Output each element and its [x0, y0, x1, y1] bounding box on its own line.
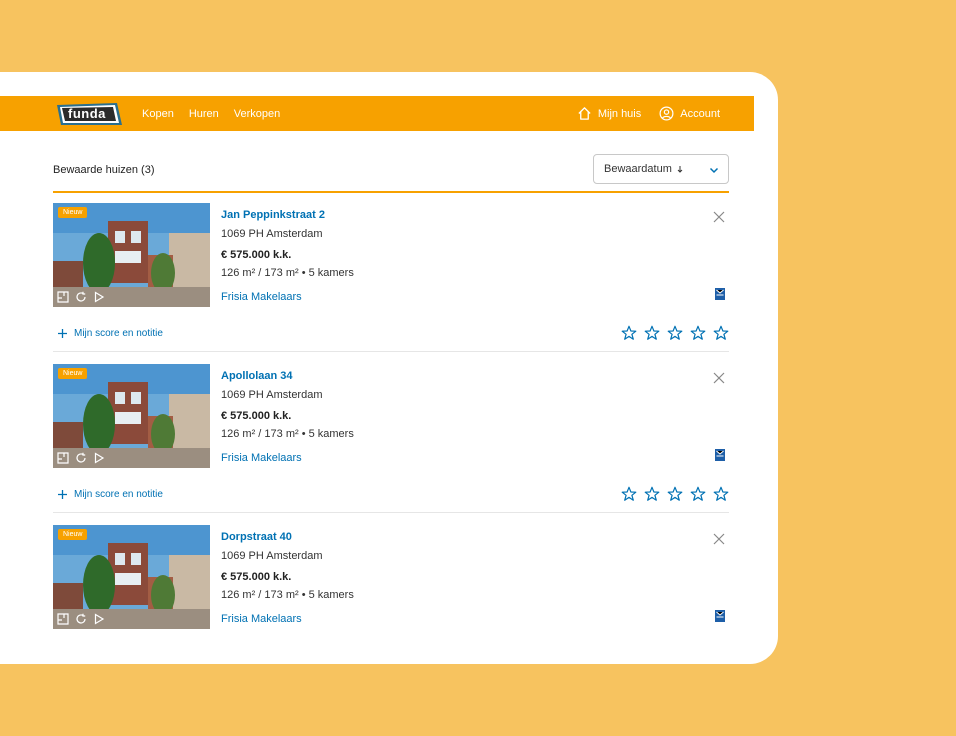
star-icon[interactable] [690, 325, 706, 341]
close-icon[interactable] [713, 372, 725, 384]
my-house-link[interactable]: Mijn huis [577, 106, 641, 121]
listing-info: Apollolaan 34 1069 PH Amsterdam € 575.00… [221, 370, 354, 464]
360-view-icon[interactable] [75, 291, 87, 303]
star-icon[interactable] [667, 325, 683, 341]
listing-info: Dorpstraat 40 1069 PH Amsterdam € 575.00… [221, 531, 354, 625]
listing-price: € 575.000 k.k. [221, 249, 292, 261]
main-card: funda Kopen Huren Verkopen Mijn huis Acc… [0, 72, 778, 664]
listing-agent[interactable]: Frisia Makelaars [221, 613, 354, 625]
listing-card[interactable]: Nieuw Dorpstraat 40 1069 PH Amsterdam € … [53, 525, 729, 635]
star-icon[interactable] [644, 486, 660, 502]
new-badge: Nieuw [58, 368, 88, 379]
listing-specs: 126 m² / 173 m² • 5 kamers [221, 589, 354, 601]
star-icon[interactable] [621, 486, 637, 502]
listing-photo[interactable]: Nieuw [53, 203, 210, 307]
nav-right: Mijn huis Account [577, 96, 720, 131]
house-icon [578, 107, 591, 120]
chevron-down-icon [709, 167, 719, 174]
star-rating [621, 486, 729, 502]
photo-icons [57, 291, 105, 303]
nav-links: Kopen Huren Verkopen [142, 96, 280, 131]
top-navigation: funda Kopen Huren Verkopen Mijn huis Acc… [0, 96, 754, 131]
star-icon[interactable] [713, 325, 729, 341]
listing-card[interactable]: Nieuw Apollolaan 34 1069 PH Amsterdam € … [53, 364, 729, 524]
listing-card[interactable]: Nieuw Jan Peppinkstraat 2 1069 PH Amster… [53, 203, 729, 363]
star-icon[interactable] [667, 486, 683, 502]
sort-arrow-icon [677, 166, 683, 173]
nvm-logo-icon [715, 610, 725, 622]
listing-city: 1069 PH Amsterdam [221, 389, 323, 401]
page-title: Bewaarde huizen (3) [53, 164, 155, 176]
star-icon[interactable] [713, 486, 729, 502]
floorplan-icon[interactable] [57, 291, 69, 303]
360-view-icon[interactable] [75, 613, 87, 625]
360-view-icon[interactable] [75, 452, 87, 464]
new-badge: Nieuw [58, 207, 88, 218]
listing-address[interactable]: Jan Peppinkstraat 2 [221, 209, 354, 221]
nav-link-kopen[interactable]: Kopen [142, 108, 174, 120]
header-divider [53, 191, 729, 193]
listing-info: Jan Peppinkstraat 2 1069 PH Amsterdam € … [221, 209, 354, 303]
listing-photo[interactable]: Nieuw [53, 525, 210, 629]
close-icon[interactable] [713, 533, 725, 545]
score-row: Mijn score en notitie [53, 486, 729, 506]
user-icon [659, 106, 674, 121]
score-note-label: Mijn score en notitie [74, 328, 163, 339]
floorplan-icon[interactable] [57, 613, 69, 625]
listing-price: € 575.000 k.k. [221, 410, 292, 422]
plus-icon [58, 490, 67, 499]
star-icon[interactable] [644, 325, 660, 341]
saved-houses-section: Bewaarde huizen (3) Bewaardatum Nieuw Ja… [53, 154, 729, 629]
listing-city: 1069 PH Amsterdam [221, 228, 323, 240]
account-link[interactable]: Account [659, 106, 720, 121]
add-score-note-button[interactable]: Mijn score en notitie [57, 489, 163, 500]
my-house-label: Mijn huis [597, 107, 642, 120]
listing-address[interactable]: Apollolaan 34 [221, 370, 354, 382]
play-video-icon[interactable] [93, 291, 105, 303]
account-label: Account [680, 107, 720, 120]
star-icon[interactable] [690, 486, 706, 502]
listing-city: 1069 PH Amsterdam [221, 550, 323, 562]
funda-logo[interactable]: funda [55, 101, 123, 127]
score-note-label: Mijn score en notitie [74, 489, 163, 500]
nvm-logo-icon [715, 449, 725, 461]
nav-link-huren[interactable]: Huren [189, 108, 219, 120]
nav-link-verkopen[interactable]: Verkopen [234, 108, 280, 120]
listing-photo[interactable]: Nieuw [53, 364, 210, 468]
listing-agent[interactable]: Frisia Makelaars [221, 452, 354, 464]
add-score-note-button[interactable]: Mijn score en notitie [57, 328, 163, 339]
play-video-icon[interactable] [93, 613, 105, 625]
listing-divider [53, 351, 729, 352]
sort-dropdown[interactable]: Bewaardatum [593, 154, 729, 184]
listing-price: € 575.000 k.k. [221, 571, 292, 583]
listing-address[interactable]: Dorpstraat 40 [221, 531, 354, 543]
new-badge: Nieuw [58, 529, 88, 540]
listing-specs: 126 m² / 173 m² • 5 kamers [221, 428, 354, 440]
score-row: Mijn score en notitie [53, 325, 729, 345]
plus-icon [58, 329, 67, 338]
play-video-icon[interactable] [93, 452, 105, 464]
floorplan-icon[interactable] [57, 452, 69, 464]
sort-label: Bewaardatum [604, 163, 672, 175]
star-rating [621, 325, 729, 341]
nvm-logo-icon [715, 288, 725, 300]
listing-agent[interactable]: Frisia Makelaars [221, 291, 354, 303]
saved-header: Bewaarde huizen (3) Bewaardatum [53, 154, 729, 190]
star-icon[interactable] [621, 325, 637, 341]
photo-icons [57, 452, 105, 464]
close-icon[interactable] [713, 211, 725, 223]
logo-text: funda [68, 106, 106, 121]
listing-divider [53, 512, 729, 513]
listing-specs: 126 m² / 173 m² • 5 kamers [221, 267, 354, 279]
photo-icons [57, 613, 105, 625]
